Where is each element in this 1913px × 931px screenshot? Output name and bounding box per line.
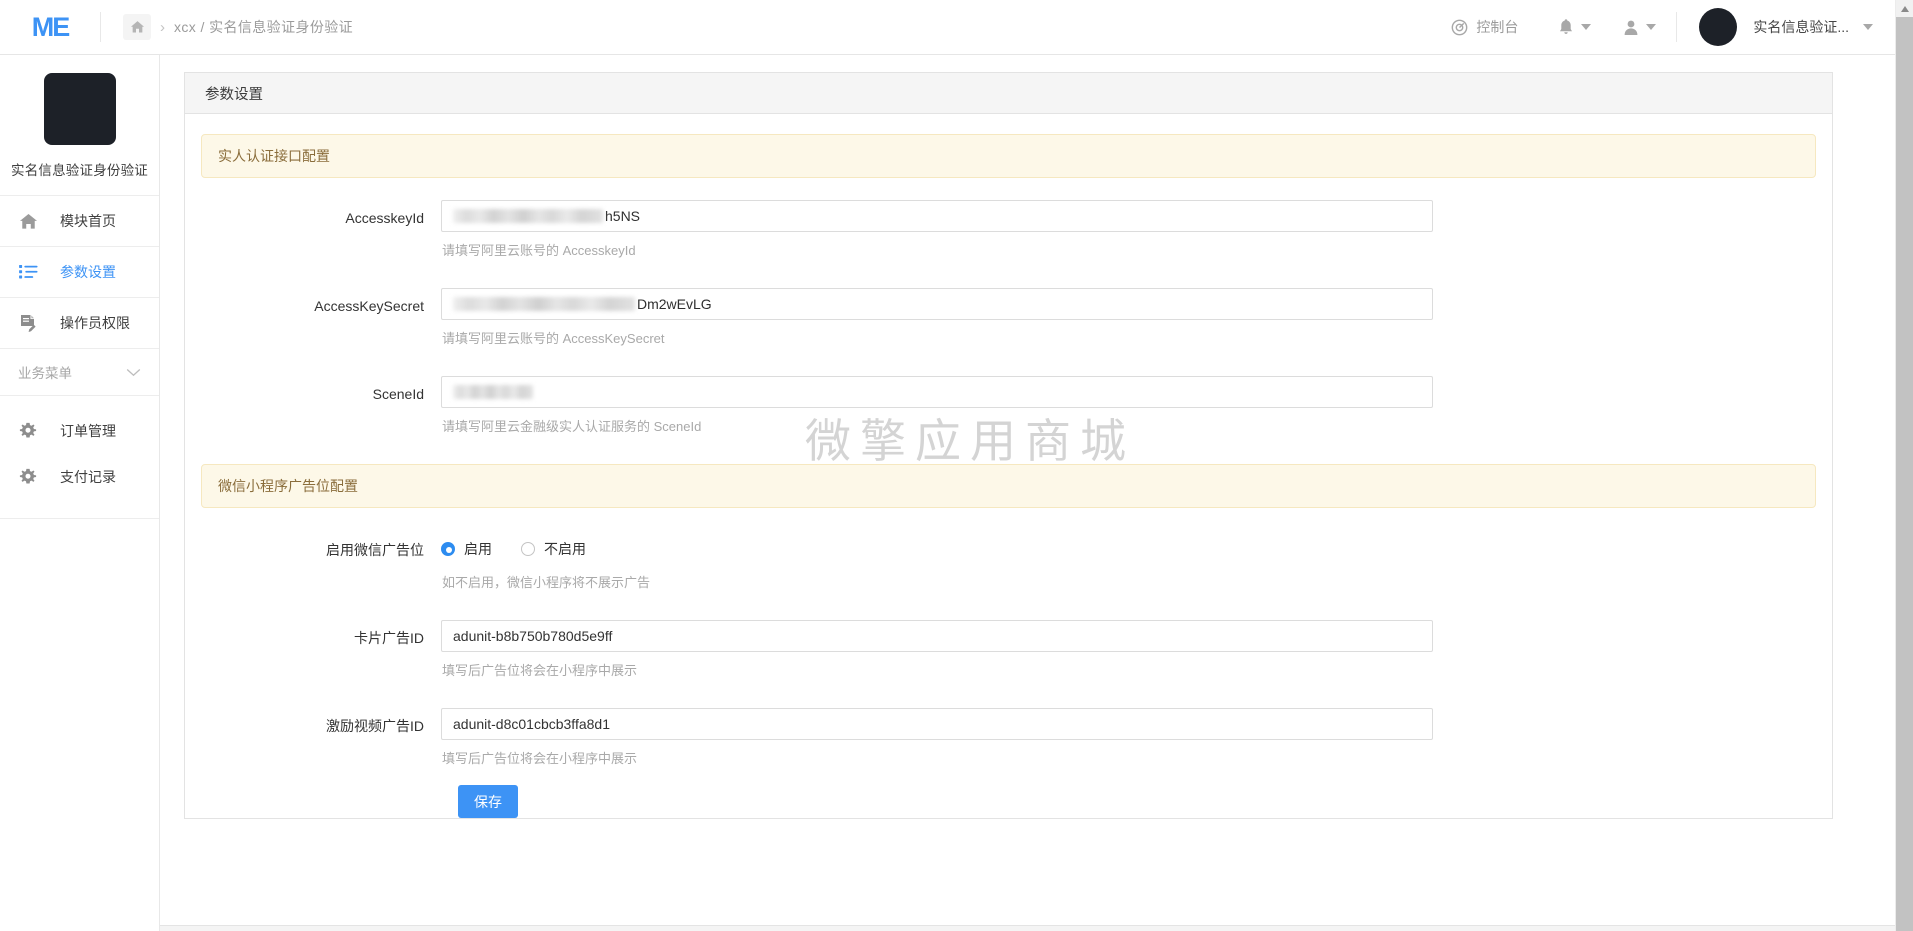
field-help: 填写后广告位将会在小程序中展示 (442, 663, 638, 678)
redacted-value (453, 209, 603, 223)
reward-video-ad-id-input[interactable]: adunit-d8c01cbcb3ffa8d1 (441, 708, 1433, 740)
section-header-wechat-ads: 微信小程序广告位配置 (201, 464, 1816, 508)
radio-disable[interactable] (521, 542, 535, 556)
save-button[interactable]: 保存 (458, 785, 518, 818)
form-actions: 保存 (458, 785, 1816, 818)
field-label: 启用微信广告位 (326, 542, 424, 558)
chevron-down-icon (1581, 24, 1592, 30)
redacted-value (453, 297, 635, 311)
sidebar-group-business[interactable]: 业务菜单 (0, 349, 159, 396)
module-logo (43, 73, 116, 145)
form-realname: AccesskeyId h5NS 请填写阿里云账号的 AccesskeyId A… (201, 200, 1816, 435)
sceneid-input[interactable] (441, 376, 1433, 408)
notifications-button[interactable] (1558, 18, 1592, 36)
form-wechat-ads: 启用微信广告位 启用 不启用 如不启用，微信小程序将不展示广告 卡片广告ID a… (201, 532, 1816, 818)
accesskeyid-value-tail: h5NS (605, 208, 641, 224)
panel-body: 实人认证接口配置 AccesskeyId h5NS 请填写阿里云账号的 Acce… (185, 114, 1832, 818)
sidebar-item-home[interactable]: 模块首页 (0, 196, 159, 247)
sidebar-divider (0, 518, 159, 519)
header-actions: 控制台 实名信息验证... (1451, 0, 1895, 55)
chevron-up-icon (1900, 5, 1909, 12)
sidebar-item-settings[interactable]: 参数设置 (0, 247, 159, 298)
field-label: AccessKeySecret (314, 298, 424, 314)
sidebar-item-label: 订单管理 (60, 423, 116, 439)
field-help: 请填写阿里云账号的 AccesskeyId (442, 243, 636, 258)
sidebar-group-label: 业务菜单 (18, 366, 72, 381)
page-title: 参数设置 (185, 73, 1832, 114)
top-header: ME › xcx / 实名信息验证身份验证 控制台 实名信息验证... (0, 0, 1895, 55)
radio-disable-label: 不启用 (544, 541, 586, 557)
module-title: 实名信息验证身份验证 (11, 163, 148, 178)
console-label: 控制台 (1476, 19, 1519, 35)
row-gap (201, 683, 1816, 708)
header-divider-2 (1676, 12, 1678, 42)
gear-icon (18, 468, 38, 486)
sidebar-item-order-management[interactable]: 订单管理 (0, 408, 159, 454)
field-enable-wechat-ads: 启用微信广告位 启用 不启用 如不启用，微信小程序将不展示广告 (201, 532, 1816, 591)
field-label: SceneId (372, 386, 424, 402)
settings-panel: 参数设置 实人认证接口配置 AccesskeyId h5NS 请填写阿里云账号的… (184, 72, 1833, 819)
field-help: 请填写阿里云金融级实人认证服务的 SceneId (442, 419, 702, 434)
row-gap (201, 351, 1816, 376)
sidebar-item-label: 操作员权限 (60, 315, 130, 331)
bottom-strip (160, 925, 1895, 931)
radio-enable-label: 启用 (464, 541, 492, 557)
radio-group-enable-ads: 启用 不启用 (441, 532, 1433, 564)
field-help: 填写后广告位将会在小程序中展示 (442, 751, 638, 766)
breadcrumb-path[interactable]: xcx / 实名信息验证身份验证 (174, 17, 353, 37)
module-header: 实名信息验证身份验证 (0, 55, 159, 196)
radio-enable[interactable] (441, 542, 455, 556)
user-icon (1624, 20, 1638, 35)
breadcrumb-separator: › (160, 18, 165, 36)
sidebar-item-label: 参数设置 (60, 264, 116, 280)
target-icon (1451, 19, 1468, 35)
home-icon (18, 213, 38, 230)
field-label: 激励视频广告ID (326, 718, 424, 734)
field-help: 如不启用，微信小程序将不展示广告 (442, 575, 651, 590)
brand-logo[interactable]: ME (0, 0, 100, 55)
scrollbar-thumb[interactable] (1896, 17, 1913, 931)
field-label: AccesskeyId (345, 210, 424, 226)
sidebar: 实名信息验证身份验证 模块首页 参数设置 操作员权限 业务菜单 订单管理 支付记… (0, 55, 160, 931)
sidebar-item-operator-permissions[interactable]: 操作员权限 (0, 298, 159, 349)
sidebar-item-label: 模块首页 (60, 213, 116, 229)
field-help: 请填写阿里云账号的 AccessKeySecret (442, 331, 665, 346)
main-content: 参数设置 实人认证接口配置 AccesskeyId h5NS 请填写阿里云账号的… (160, 55, 1895, 931)
accesskeysecret-input[interactable]: Dm2wEvLG (441, 288, 1433, 320)
row-gap (201, 263, 1816, 288)
field-accesskeysecret: AccessKeySecret Dm2wEvLG 请填写阿里云账号的 Acces… (201, 288, 1816, 347)
page-scrollbar[interactable] (1895, 0, 1913, 931)
field-sceneid: SceneId 请填写阿里云金融级实人认证服务的 SceneId (201, 376, 1816, 435)
avatar[interactable] (1699, 8, 1738, 46)
scroll-up-button[interactable] (1896, 0, 1913, 17)
sidebar-item-label: 支付记录 (60, 469, 116, 485)
accesskeysecret-value-tail: Dm2wEvLG (637, 296, 712, 312)
account-name: 实名信息验证... (1753, 19, 1849, 35)
row-gap (201, 595, 1816, 620)
chevron-down-icon (126, 365, 141, 380)
sidebar-item-payment-records[interactable]: 支付记录 (0, 454, 159, 500)
chevron-down-icon[interactable] (1863, 24, 1873, 30)
accesskeyid-input[interactable]: h5NS (441, 200, 1433, 232)
document-edit-icon (18, 314, 38, 333)
user-menu-button[interactable] (1623, 19, 1657, 36)
field-reward-video-ad-id: 激励视频广告ID adunit-d8c01cbcb3ffa8d1 填写后广告位将… (201, 708, 1816, 767)
breadcrumb: › xcx / 实名信息验证身份验证 (123, 14, 353, 40)
console-link[interactable]: 控制台 (1451, 17, 1518, 37)
list-settings-icon (18, 264, 38, 280)
gear-icon (18, 422, 38, 440)
card-ad-id-input[interactable]: adunit-b8b750b780d5e9ff (441, 620, 1433, 652)
bell-icon (1560, 19, 1573, 34)
field-card-ad-id: 卡片广告ID adunit-b8b750b780d5e9ff 填写后广告位将会在… (201, 620, 1816, 679)
logo-text: ME (31, 11, 70, 42)
home-icon[interactable] (123, 14, 151, 40)
header-divider (100, 12, 101, 42)
app-root: ME › xcx / 实名信息验证身份验证 控制台 实名信息验证... 实名信息… (0, 0, 1913, 931)
field-accesskeyid: AccesskeyId h5NS 请填写阿里云账号的 AccesskeyId (201, 200, 1816, 259)
chevron-down-icon (1646, 24, 1657, 30)
redacted-value (453, 385, 533, 399)
section-header-realname: 实人认证接口配置 (201, 134, 1816, 178)
field-label: 卡片广告ID (354, 630, 424, 646)
